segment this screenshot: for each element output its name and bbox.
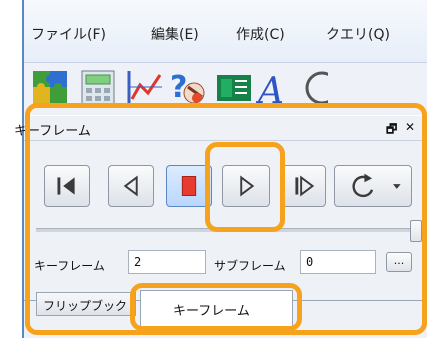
- keyframe-input[interactable]: 2: [128, 250, 206, 274]
- table-icon[interactable]: [214, 67, 254, 109]
- menu-bar: ファイル(F) 編集(E) 作成(C) クエリ(Q): [24, 0, 427, 63]
- loop-mode-dropdown[interactable]: [334, 165, 412, 207]
- menu-create[interactable]: 作成(C): [236, 24, 285, 44]
- svg-text:A: A: [256, 71, 284, 109]
- svg-text:?: ?: [170, 70, 187, 105]
- subframe-label: サブフレーム: [214, 259, 286, 273]
- loop-icon: [352, 173, 401, 198]
- panel-title-divider: [24, 140, 427, 141]
- query-help-icon[interactable]: ?: [168, 67, 208, 109]
- step-forward-icon: [295, 175, 315, 197]
- line-graph-icon[interactable]: [124, 67, 164, 109]
- pin-icon[interactable]: 🗗: [386, 120, 397, 141]
- stop-button[interactable]: [166, 165, 212, 207]
- skip-to-start-icon: [57, 177, 75, 195]
- menu-query[interactable]: クエリ(Q): [326, 24, 390, 44]
- close-icon[interactable]: ✕: [405, 120, 415, 134]
- panel-title: キーフレーム: [14, 124, 91, 139]
- step-back-button[interactable]: [108, 165, 154, 207]
- menu-file[interactable]: ファイル(F): [31, 24, 106, 44]
- step-back-icon: [123, 175, 138, 197]
- browse-button[interactable]: ...: [386, 252, 412, 272]
- menu-edit[interactable]: 編集(E): [151, 24, 199, 44]
- play-icon: [240, 175, 255, 197]
- tab-flipbook[interactable]: フリップブック: [36, 292, 136, 316]
- tab-keyframe[interactable]: キーフレーム: [140, 290, 293, 326]
- timeline-slider-track[interactable]: [36, 228, 416, 232]
- toolbar: ? A: [24, 63, 427, 115]
- play-button[interactable]: [222, 165, 270, 207]
- stop-icon: [181, 176, 197, 196]
- text-style-icon[interactable]: A: [256, 67, 296, 109]
- subframe-input[interactable]: 0: [300, 250, 376, 274]
- refresh-icon[interactable]: [300, 67, 328, 109]
- puzzle-icon[interactable]: [30, 67, 70, 109]
- keyframe-label: キーフレーム: [34, 259, 105, 273]
- timeline-slider-thumb[interactable]: [410, 220, 422, 242]
- skip-to-start-button[interactable]: [44, 165, 90, 207]
- step-forward-button[interactable]: [282, 165, 326, 207]
- app-window: ファイル(F) 編集(E) 作成(C) クエリ(Q) ? A キーフレーム 🗗 …: [0, 0, 427, 338]
- calculator-icon[interactable]: [78, 67, 118, 109]
